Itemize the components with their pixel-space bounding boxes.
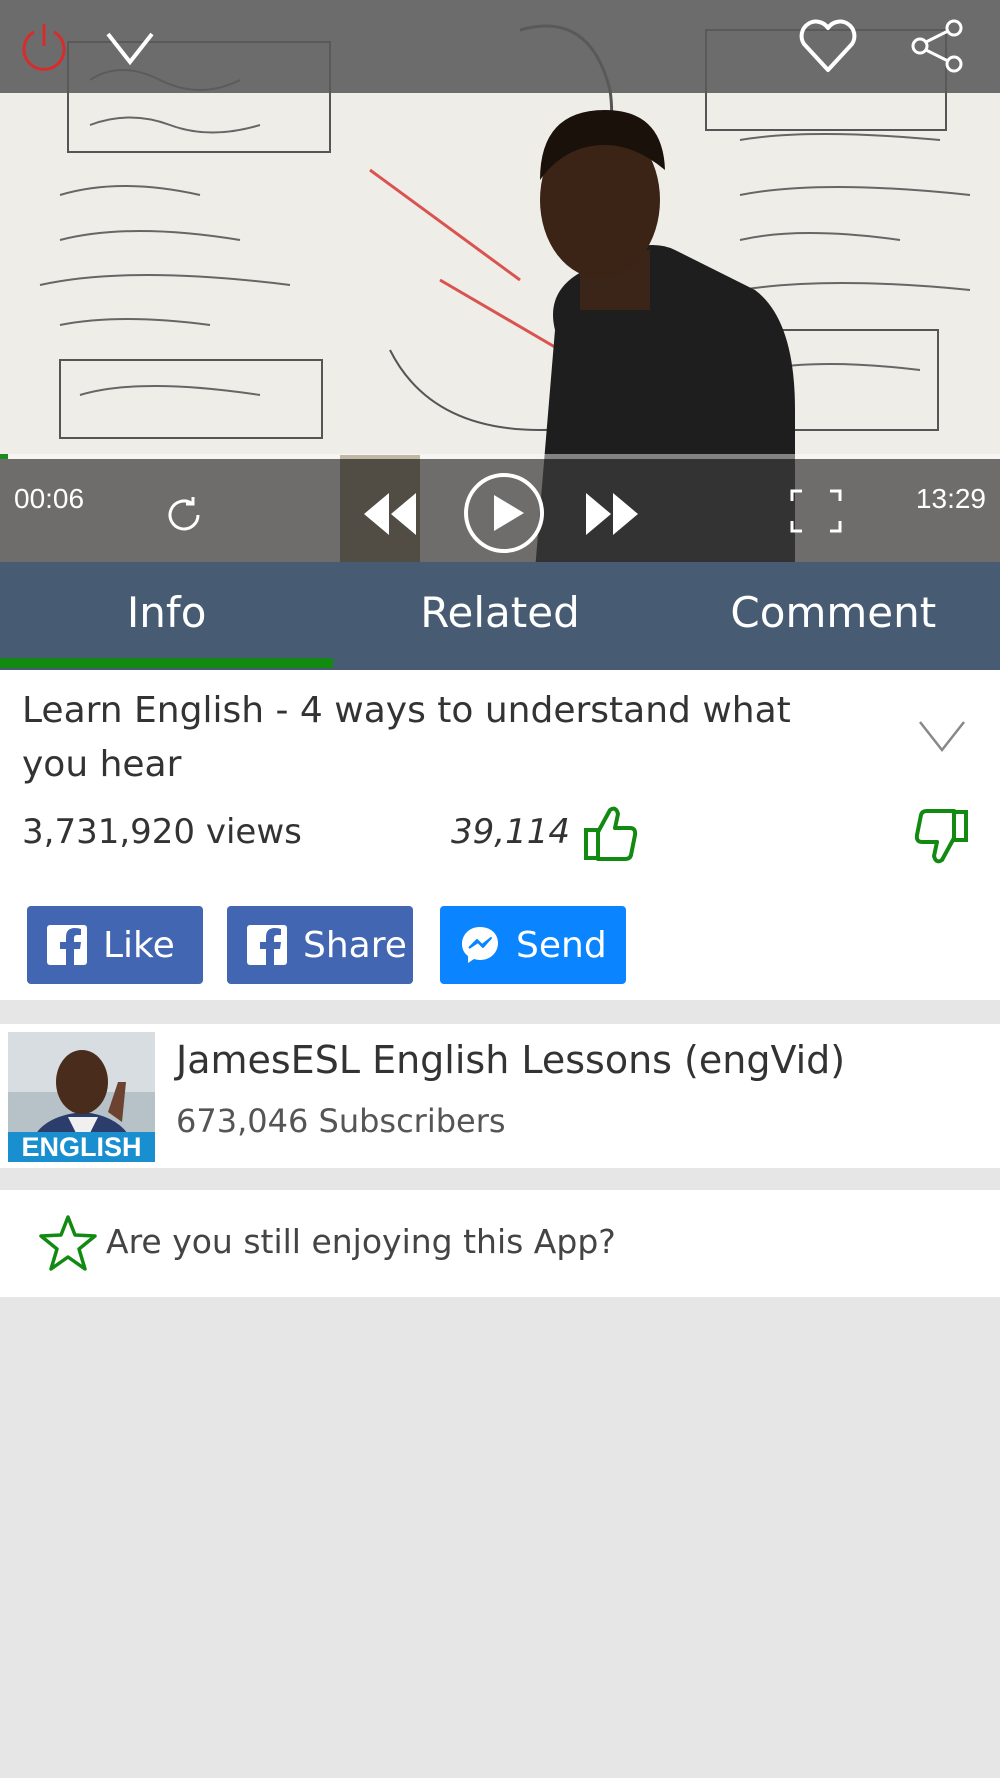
channel-row[interactable]: ENGLISH JamesESL English Lessons (engVid… — [0, 1024, 1000, 1168]
tab-info-label: Info — [126, 587, 207, 637]
subscriber-count: 673,046 Subscribers — [176, 1102, 506, 1140]
channel-name: JamesESL English Lessons (engVid) — [176, 1038, 846, 1082]
tab-comment-label: Comment — [730, 587, 937, 637]
facebook-icon — [47, 925, 87, 965]
star-icon — [39, 1215, 97, 1271]
facebook-icon — [247, 925, 287, 965]
replay-icon[interactable] — [160, 491, 208, 539]
heart-icon[interactable] — [796, 14, 860, 78]
rewind-icon[interactable] — [360, 489, 418, 539]
view-count: 3,731,920 views — [22, 812, 302, 852]
rate-app-prompt[interactable]: Are you still enjoying this App? — [0, 1190, 1000, 1297]
tab-comment[interactable]: Comment — [667, 562, 1000, 670]
player-top-bar — [0, 0, 1000, 93]
rate-app-text: Are you still enjoying this App? — [106, 1222, 616, 1261]
tab-info[interactable]: Info — [0, 562, 334, 670]
elapsed-time: 00:06 — [14, 483, 85, 514]
tab-bar: Info Related Comment — [0, 562, 1000, 670]
messenger-send-button[interactable]: Send — [440, 906, 626, 984]
video-info-panel: Learn English - 4 ways to understand wha… — [0, 670, 1000, 1000]
active-tab-indicator — [0, 658, 334, 668]
messenger-icon — [462, 927, 498, 963]
chevron-down-icon[interactable] — [98, 14, 162, 78]
total-time: 13:29 — [915, 483, 986, 514]
facebook-share-label: Share — [303, 924, 407, 966]
fast-forward-icon[interactable] — [584, 489, 642, 539]
like-count: 39,114 — [451, 812, 570, 852]
fullscreen-icon[interactable] — [790, 489, 842, 533]
share-icon[interactable] — [906, 14, 970, 78]
tab-related[interactable]: Related — [333, 562, 666, 670]
channel-avatar: ENGLISH — [8, 1032, 155, 1162]
tab-related-label: Related — [420, 587, 580, 637]
section-divider — [0, 1004, 1000, 1024]
video-title: Learn English - 4 ways to understand wha… — [22, 690, 791, 785]
facebook-like-label: Like — [103, 924, 175, 966]
facebook-share-button[interactable]: Share — [227, 906, 413, 984]
avatar-caption: ENGLISH — [8, 1132, 155, 1162]
thumbs-up-icon[interactable] — [582, 804, 638, 864]
messenger-send-label: Send — [516, 924, 607, 966]
chevron-down-icon[interactable] — [916, 708, 968, 760]
thumbs-down-icon[interactable] — [914, 806, 970, 866]
facebook-like-button[interactable]: Like — [27, 906, 203, 984]
power-icon[interactable] — [12, 14, 76, 78]
video-player[interactable]: 00:06 13:29 — [0, 0, 1000, 562]
play-icon[interactable] — [462, 471, 546, 555]
player-controls: 00:06 13:29 — [0, 459, 1000, 562]
